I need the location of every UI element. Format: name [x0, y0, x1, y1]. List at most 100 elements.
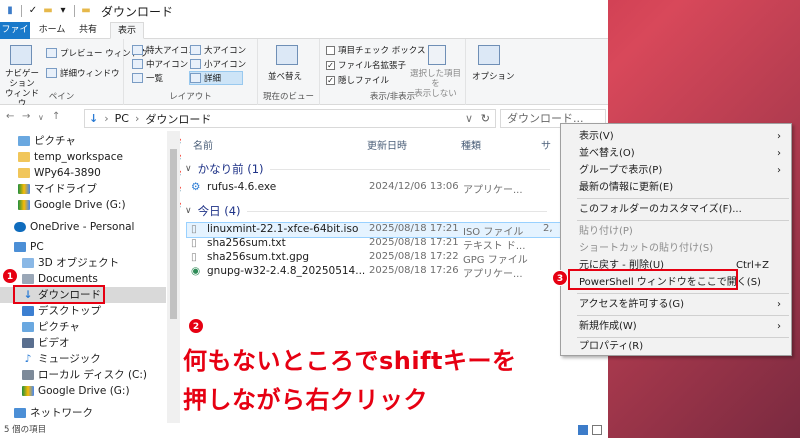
- tab-home[interactable]: ホーム: [38, 22, 66, 39]
- sort-button[interactable]: 並べ替え: [268, 70, 302, 82]
- hidden-items-toggle[interactable]: ✓ 隠しファイル: [326, 74, 389, 86]
- details-view-button[interactable]: 詳細: [189, 71, 243, 85]
- divider: [21, 5, 22, 17]
- breadcrumb-pc[interactable]: PC: [115, 112, 129, 125]
- navigation-pane: ピクチャ📌 temp_workspace📌 WPy64-3890📌 マイドライブ…: [0, 131, 188, 423]
- small-icons-button[interactable]: 小アイコン: [190, 58, 246, 70]
- network-icon: [14, 408, 26, 418]
- medium-icons-button[interactable]: 中アイコン: [132, 58, 188, 70]
- sidebar-scrollbar[interactable]: [167, 131, 180, 423]
- item-checkboxes-toggle[interactable]: 項目チェック ボックス: [326, 44, 425, 56]
- highlight-powershell: [568, 269, 738, 290]
- google-drive-icon: [18, 184, 30, 194]
- extra-large-icons-button[interactable]: 特大アイコン: [132, 44, 197, 56]
- sidebar-item-onedrive[interactable]: OneDrive - Personal: [14, 219, 180, 235]
- checkbox-checked[interactable]: ✓: [326, 60, 335, 70]
- tab-share[interactable]: 共有: [74, 22, 102, 39]
- back-arrow-icon[interactable]: ←: [6, 111, 14, 122]
- layout-label: 小アイコン: [204, 60, 247, 70]
- sidebar-item-pictures-pc[interactable]: ピクチャ: [22, 319, 188, 335]
- refresh-icon[interactable]: ↻: [481, 112, 490, 125]
- sidebar-item-videos[interactable]: ビデオ: [22, 335, 188, 351]
- column-header-date[interactable]: 更新日時: [367, 137, 407, 152]
- pictures-icon: [22, 322, 34, 332]
- checkbox[interactable]: [326, 45, 335, 55]
- sidebar-item-desktop[interactable]: デスクトップ: [22, 303, 188, 319]
- table-row[interactable]: ▯ sha256sum.txt 2025/08/18 17:21 テキスト ド.…: [187, 237, 602, 252]
- menu-item-sort[interactable]: 並べ替え(O) ›: [561, 145, 791, 162]
- pane-group: ナビゲーション ウィンドウ プレビュー ウィンドウ 詳細ウィンドウ ペイン: [0, 39, 148, 109]
- details-view-icon[interactable]: [578, 425, 588, 435]
- sidebar-item-label: マイドライブ: [34, 183, 97, 195]
- menu-item-new[interactable]: 新規作成(W) ›: [561, 318, 791, 335]
- list-icon: [132, 73, 143, 83]
- sidebar-item-local-disk[interactable]: ローカル ディスク (C:): [22, 367, 188, 383]
- scrollbar-thumb[interactable]: [170, 149, 177, 319]
- file-date: 2024/12/06 13:06: [369, 181, 459, 192]
- new-folder-icon[interactable]: ▬: [42, 5, 54, 17]
- tab-file[interactable]: ファイル: [0, 22, 30, 52]
- sidebar-item-wpy64[interactable]: WPy64-3890📌: [18, 165, 188, 181]
- list-view-button[interactable]: 一覧: [132, 72, 163, 84]
- menu-item-paste[interactable]: 貼り付け(P): [561, 223, 791, 240]
- column-header-size[interactable]: サ: [541, 137, 551, 152]
- up-arrow-icon[interactable]: ↑: [52, 111, 60, 122]
- divider: [269, 168, 550, 170]
- sidebar-item-my-drive[interactable]: マイドライブ📌: [18, 181, 188, 197]
- address-dropdown-icon[interactable]: ∨: [465, 112, 473, 125]
- sidebar-item-temp-workspace[interactable]: temp_workspace📌: [18, 149, 188, 165]
- menu-item-refresh[interactable]: 最新の情報に更新(E): [561, 179, 791, 196]
- sidebar-item-pc[interactable]: PC: [14, 239, 180, 255]
- checkbox-label: 項目チェック ボックス: [338, 46, 426, 56]
- chevron-right-icon: ›: [777, 148, 781, 159]
- sidebar-item-google-drive-g[interactable]: Google Drive (G:): [22, 383, 188, 399]
- sidebar-item-network[interactable]: ネットワーク: [14, 405, 180, 421]
- sidebar-item-3d-objects[interactable]: 3D オブジェクト: [22, 255, 188, 271]
- menu-item-give-access[interactable]: アクセスを許可する(G) ›: [561, 296, 791, 313]
- large-icons-view-icon[interactable]: [592, 425, 602, 435]
- divider: [74, 5, 75, 17]
- table-row[interactable]: ◉ gnupg-w32-2.4.8_20250514... 2025/08/18…: [187, 265, 602, 280]
- checkbox-checked[interactable]: ✓: [326, 75, 335, 85]
- breadcrumb-downloads[interactable]: ダウンロード: [145, 111, 211, 127]
- navigation-pane-button[interactable]: ナビゲーション ウィンドウ: [2, 69, 42, 109]
- menu-item-customize-folder[interactable]: このフォルダーのカスタマイズ(F)...: [561, 201, 791, 218]
- properties-icon[interactable]: ✓: [27, 5, 39, 17]
- sidebar-item-label: ローカル ディスク (C:): [38, 369, 148, 381]
- file-extensions-toggle[interactable]: ✓ ファイル名拡張子: [326, 59, 406, 71]
- menu-item-label: 新規作成(W): [579, 321, 637, 332]
- sidebar-item-label: ミュージック: [38, 353, 101, 365]
- sidebar-item-label: WPy64-3890: [34, 167, 101, 179]
- address-bar[interactable]: ↓ › PC › ダウンロード ∨ ↻: [84, 109, 496, 128]
- menu-item-view[interactable]: 表示(V) ›: [561, 128, 791, 145]
- column-header-type[interactable]: 種類: [461, 137, 481, 152]
- tab-view[interactable]: 表示: [110, 22, 144, 39]
- menu-item-paste-shortcut[interactable]: ショートカットの貼り付け(S): [561, 240, 791, 257]
- table-row[interactable]: ▯ sha256sum.txt.gpg 2025/08/18 17:22 GPG…: [187, 251, 602, 266]
- forward-arrow-icon[interactable]: →: [22, 111, 30, 122]
- recent-chevron-icon[interactable]: ∨: [38, 113, 44, 122]
- options-button[interactable]: オプション: [472, 70, 515, 82]
- column-header-name[interactable]: 名前: [193, 137, 213, 152]
- show-hide-group: 項目チェック ボックス ✓ ファイル名拡張子 ✓ 隠しファイル 選択した項目を 表示…: [320, 39, 466, 105]
- step-badge-2: 2: [188, 318, 204, 334]
- table-row[interactable]: ⚙ rufus-4.6.exe 2024/12/06 13:06 アプリケー..…: [187, 181, 602, 196]
- menu-item-group-by[interactable]: グループで表示(P) ›: [561, 162, 791, 179]
- details-pane-button[interactable]: 詳細ウィンドウ: [46, 67, 120, 79]
- table-row[interactable]: ▯ linuxmint-22.1-xfce-64bit.iso 2025/08/…: [186, 222, 603, 238]
- file-name: linuxmint-22.1-xfce-64bit.iso: [207, 223, 359, 235]
- large-icons-button[interactable]: 大アイコン: [190, 44, 246, 56]
- sidebar-item-music[interactable]: ♪ ミュージック: [22, 351, 188, 367]
- sidebar-item-google-drive[interactable]: Google Drive (G:)📌: [18, 197, 188, 213]
- chevron-down-icon[interactable]: ▾: [57, 5, 69, 17]
- group-header-today[interactable]: ∨ 今日 (4): [185, 203, 547, 219]
- layout-label: 特大アイコン: [146, 46, 197, 56]
- menu-item-properties[interactable]: プロパティ(R): [561, 338, 791, 355]
- options-group: オプション: [466, 39, 515, 105]
- sidebar-item-pictures[interactable]: ピクチャ📌: [18, 133, 188, 149]
- chevron-right-icon: ›: [777, 299, 781, 310]
- options-icon: [478, 45, 500, 65]
- file-icon: ▯: [191, 251, 197, 263]
- group-header-long-ago[interactable]: ∨ かなり前 (1): [185, 161, 550, 177]
- current-view-group: 並べ替え 現在のビュー: [258, 39, 320, 105]
